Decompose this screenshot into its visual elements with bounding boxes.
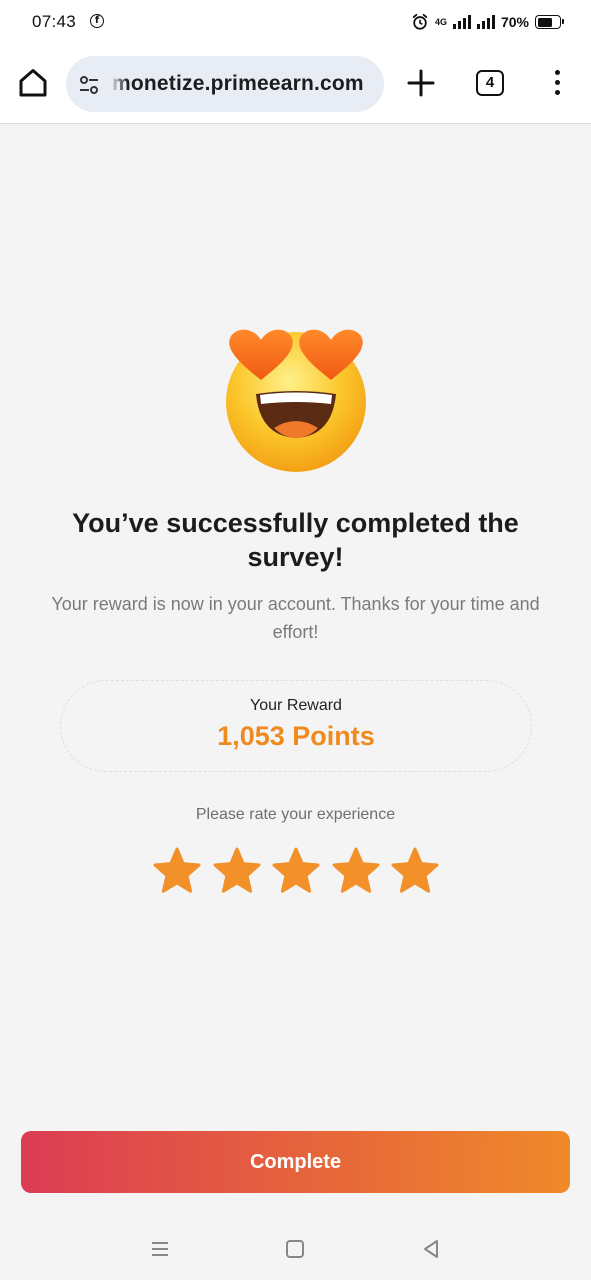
heart-eyes-emoji <box>226 329 366 472</box>
url-fade <box>110 56 128 112</box>
home-icon[interactable] <box>16 66 50 100</box>
status-icons: 4G 70% <box>411 11 564 33</box>
signal-icon-2 <box>476 15 495 29</box>
recents-icon[interactable] <box>150 1240 170 1258</box>
signal-icon <box>452 15 471 29</box>
more-menu-icon[interactable] <box>546 68 568 100</box>
alarm-icon <box>412 13 428 30</box>
tabs-icon[interactable]: 4 <box>476 70 504 96</box>
star-rating <box>152 846 440 898</box>
battery-percent: 70% <box>500 14 529 30</box>
browser-toolbar: monetize.primeearn.com 4 <box>0 44 591 124</box>
success-subtext: Your reward is now in your account. Than… <box>51 594 540 642</box>
address-bar[interactable]: monetize.primeearn.com <box>66 56 384 112</box>
star-icon-4[interactable] <box>331 846 381 896</box>
site-settings-icon[interactable] <box>78 74 100 96</box>
star-icon-1[interactable] <box>152 846 202 896</box>
rating-label: Please rate your experience <box>195 806 396 823</box>
system-nav-bar <box>0 1220 591 1280</box>
status-bar: 07:43 f 4G 70% <box>0 0 591 44</box>
status-time: 07:43 <box>32 12 77 31</box>
star-icon-2[interactable] <box>212 846 262 896</box>
reward-label: Your Reward <box>250 697 342 714</box>
battery-level <box>537 17 553 27</box>
network-type-icon: 4G <box>434 16 447 27</box>
back-icon[interactable] <box>422 1239 440 1259</box>
url-text[interactable]: monetize.primeearn.com <box>112 72 364 96</box>
star-icon-5[interactable] <box>390 846 440 896</box>
reward-points: 1,053 Points <box>217 721 375 751</box>
reward-card: Your Reward 1,053 Points <box>60 680 532 772</box>
success-headline: You’ve successfully completed the survey… <box>72 508 519 572</box>
complete-button[interactable]: Complete <box>21 1131 570 1193</box>
new-tab-icon[interactable] <box>404 66 438 100</box>
facebook-icon: f <box>90 14 104 28</box>
star-icon-3[interactable] <box>271 846 321 896</box>
battery-icon <box>535 15 564 29</box>
home-nav-icon[interactable] <box>286 1240 304 1258</box>
